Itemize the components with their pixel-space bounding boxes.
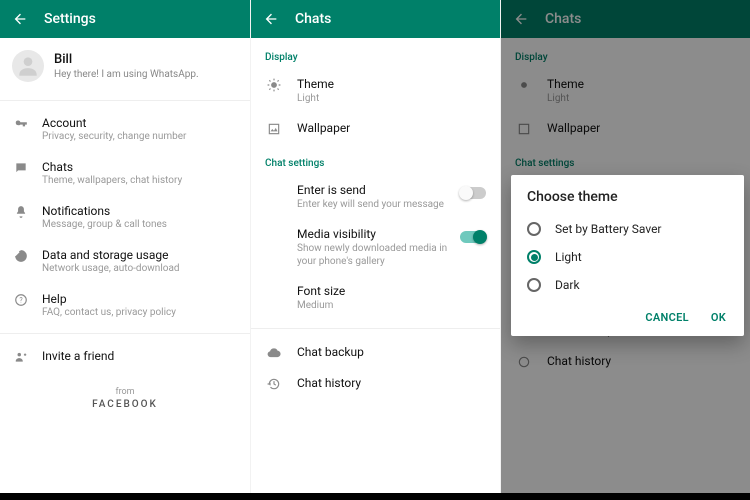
section-chat-settings: Chat settings — [251, 144, 500, 175]
row-theme[interactable]: ThemeLight — [251, 69, 500, 113]
wallpaper-icon — [265, 121, 283, 136]
theme-dialog: Choose theme Set by Battery Saver Light … — [511, 175, 744, 336]
appbar: Settings — [0, 0, 250, 38]
settings-menu: AccountPrivacy, security, change number … — [0, 103, 250, 377]
profile-name: Bill — [54, 52, 199, 67]
appbar-title: Chats — [295, 11, 331, 27]
appbar-title: Settings — [44, 11, 96, 27]
row-title: Chat history — [297, 376, 486, 390]
menu-item-sub: FAQ, contact us, privacy policy — [42, 307, 176, 318]
section-display: Display — [251, 38, 500, 69]
row-chat-history[interactable]: Chat history — [251, 368, 500, 399]
option-label: Set by Battery Saver — [555, 222, 662, 236]
option-label: Light — [555, 250, 582, 264]
invite-icon — [12, 349, 30, 364]
option-label: Dark — [555, 278, 580, 292]
theme-icon — [265, 77, 283, 92]
toggle-media-visibility[interactable] — [460, 231, 486, 243]
back-icon[interactable] — [10, 11, 30, 27]
profile-status: Hey there! I am using WhatsApp. — [54, 69, 199, 80]
row-sub: Show newly downloaded media in your phon… — [297, 242, 460, 268]
menu-item-title: Help — [42, 292, 176, 306]
menu-item-invite[interactable]: Invite a friend — [0, 340, 250, 373]
dialog-title: Choose theme — [527, 189, 728, 205]
radio-icon — [527, 278, 541, 292]
menu-item-sub: Network usage, auto-download — [42, 263, 180, 274]
row-title: Theme — [297, 77, 486, 91]
key-icon — [12, 116, 30, 131]
menu-item-account[interactable]: AccountPrivacy, security, change number — [0, 107, 250, 151]
row-wallpaper[interactable]: Wallpaper — [251, 113, 500, 144]
ok-button[interactable]: OK — [709, 307, 728, 328]
row-title: Wallpaper — [297, 121, 486, 135]
history-icon — [265, 376, 283, 391]
from-brand: FACEBOOK — [0, 399, 250, 410]
menu-item-chats[interactable]: ChatsTheme, wallpapers, chat history — [0, 151, 250, 195]
row-sub: Medium — [297, 299, 486, 312]
menu-item-sub: Message, group & call tones — [42, 219, 167, 230]
menu-item-data[interactable]: Data and storage usageNetwork usage, aut… — [0, 239, 250, 283]
row-sub: Light — [297, 92, 486, 105]
menu-item-notifications[interactable]: NotificationsMessage, group & call tones — [0, 195, 250, 239]
row-font-size[interactable]: Font sizeMedium — [251, 276, 500, 320]
row-title: Enter is send — [297, 183, 460, 197]
row-sub: Enter key will send your message — [297, 198, 460, 211]
divider — [0, 100, 250, 101]
from-label: from — [0, 387, 250, 397]
chats-pane-dialog: Chats Display ThemeLight Wallpaper Chat … — [500, 0, 750, 493]
avatar-icon — [12, 50, 44, 82]
row-enter-send[interactable]: Enter is sendEnter key will send your me… — [251, 175, 500, 219]
svg-text:?: ? — [19, 296, 23, 304]
settings-pane: Settings Bill Hey there! I am using What… — [0, 0, 250, 493]
menu-item-sub: Theme, wallpapers, chat history — [42, 175, 182, 186]
row-media-visibility[interactable]: Media visibilityShow newly downloaded me… — [251, 219, 500, 276]
row-title: Media visibility — [297, 227, 460, 241]
theme-option-light[interactable]: Light — [527, 243, 728, 271]
bell-icon — [12, 204, 30, 219]
back-icon[interactable] — [261, 11, 281, 27]
menu-item-title: Chats — [42, 160, 182, 174]
divider — [251, 328, 500, 329]
menu-item-title: Notifications — [42, 204, 167, 218]
chat-icon — [12, 160, 30, 175]
theme-option-dark[interactable]: Dark — [527, 271, 728, 299]
chats-pane: Chats Display ThemeLight Wallpaper Chat … — [250, 0, 500, 493]
theme-option-battery[interactable]: Set by Battery Saver — [527, 215, 728, 243]
row-title: Chat backup — [297, 345, 486, 359]
menu-item-title: Invite a friend — [42, 349, 114, 363]
menu-item-sub: Privacy, security, change number — [42, 131, 186, 142]
data-icon — [12, 248, 30, 263]
menu-item-title: Account — [42, 116, 186, 130]
help-icon: ? — [12, 292, 30, 307]
cloud-icon — [265, 345, 283, 360]
cancel-button[interactable]: CANCEL — [643, 307, 690, 328]
appbar: Chats — [251, 0, 500, 38]
menu-item-title: Data and storage usage — [42, 248, 180, 262]
radio-icon — [527, 250, 541, 264]
toggle-enter-send[interactable] — [460, 187, 486, 199]
divider — [0, 333, 250, 334]
row-chat-backup[interactable]: Chat backup — [251, 337, 500, 368]
menu-item-help[interactable]: ? HelpFAQ, contact us, privacy policy — [0, 283, 250, 327]
from-facebook: from FACEBOOK — [0, 387, 250, 410]
row-title: Font size — [297, 284, 486, 298]
profile-row[interactable]: Bill Hey there! I am using WhatsApp. — [0, 38, 250, 100]
radio-icon — [527, 222, 541, 236]
